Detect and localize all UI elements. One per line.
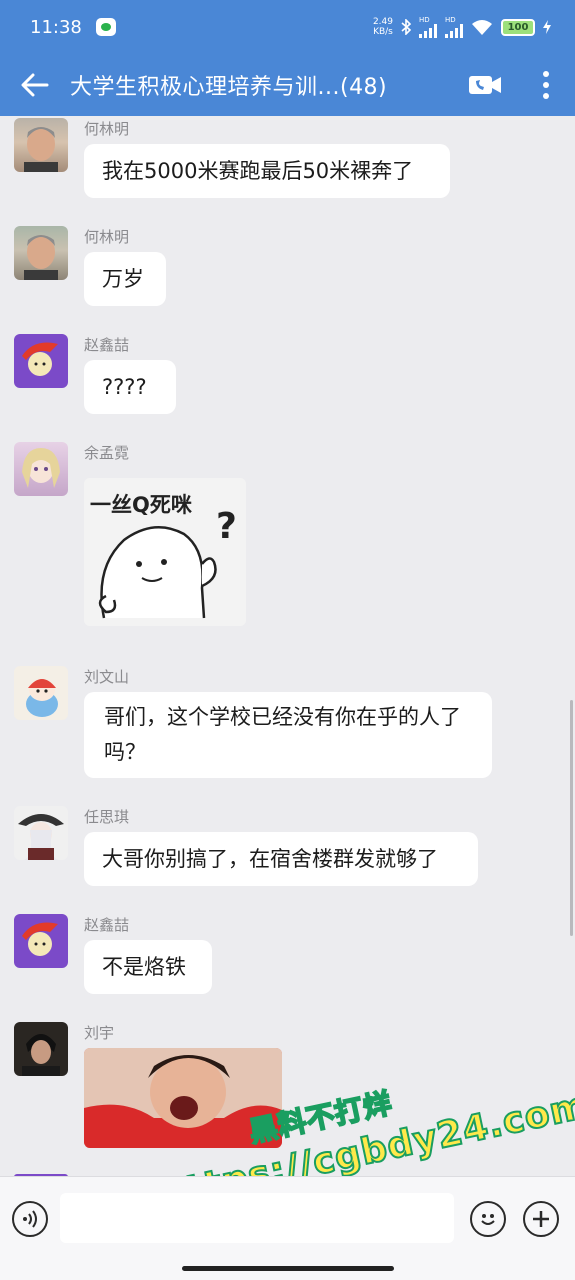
home-indicator[interactable]: [182, 1266, 394, 1271]
hd-label: HD: [445, 15, 456, 24]
message-bubble[interactable]: 大哥你别搞了，在宿舍楼群发就够了: [84, 832, 478, 886]
status-time: 11:38: [30, 16, 82, 38]
message-bubble[interactable]: 不是烙铁: [84, 940, 212, 994]
avatar[interactable]: [14, 334, 68, 388]
more-vertical-icon: [543, 71, 549, 99]
message-bubble[interactable]: 哥们，这个学校已经没有你在乎的人了吗？: [84, 692, 492, 778]
video-call-button[interactable]: [453, 54, 517, 116]
emoji-button[interactable]: [470, 1201, 506, 1237]
sender-name: 何林明: [84, 120, 130, 138]
avatar[interactable]: [14, 914, 68, 968]
sender-name: 刘文山: [84, 668, 130, 686]
avatar[interactable]: [14, 806, 68, 860]
sticker-image[interactable]: 一丝Q死咪 ?: [84, 478, 246, 626]
sticker-caption: 一丝Q死咪: [90, 493, 192, 517]
wifi-icon: [472, 20, 492, 35]
avatar[interactable]: [14, 118, 68, 172]
charging-icon: [543, 20, 551, 34]
status-indicators: 2.49 KB/s HD HD 100: [373, 15, 551, 38]
back-button[interactable]: [0, 54, 70, 116]
voice-input-button[interactable]: [12, 1201, 48, 1237]
signal-icon: [445, 23, 463, 38]
sender-name: 何林明: [84, 228, 130, 246]
signal-icon: [419, 23, 437, 38]
network-speed-unit: KB/s: [373, 27, 393, 37]
more-functions-button[interactable]: [523, 1201, 559, 1237]
avatar[interactable]: [14, 1022, 68, 1076]
avatar[interactable]: [14, 442, 68, 496]
plus-icon: [533, 1211, 549, 1227]
sender-name: 赵鑫喆: [84, 916, 130, 934]
bluetooth-icon: [401, 19, 411, 35]
voice-icon: [23, 1210, 37, 1228]
avatar[interactable]: [14, 226, 68, 280]
chat-header: 大学生积极心理培养与训...(48): [0, 54, 575, 116]
sender-name: 余孟霓: [84, 444, 130, 462]
network-speed: 2.49 KB/s: [373, 17, 393, 37]
sticker-question-mark: ?: [216, 506, 237, 547]
smiley-icon: [481, 1214, 495, 1225]
chat-title: 大学生积极心理培养与训...(48): [70, 75, 388, 100]
scrollbar[interactable]: [570, 700, 573, 936]
input-bar: [0, 1176, 575, 1280]
video-call-icon: [469, 76, 501, 94]
arrow-left-icon: [21, 73, 49, 97]
message-input[interactable]: [60, 1193, 454, 1243]
hd-label: HD: [419, 15, 430, 24]
battery-icon: 100: [501, 18, 535, 36]
message-bubble[interactable]: 我在5000米赛跑最后50米裸奔了: [84, 144, 450, 198]
message-bubble[interactable]: 万岁: [84, 252, 166, 306]
wechat-notification-icon: [95, 18, 116, 36]
avatar[interactable]: [14, 666, 68, 720]
chat-message-list[interactable]: 何林明 我在5000米赛跑最后50米裸奔了 何林明 万岁 赵鑫喆 ???? 余孟…: [0, 116, 575, 1176]
status-bar: 11:38 2.49 KB/s HD HD 100: [0, 0, 575, 54]
more-options-button[interactable]: [517, 54, 575, 116]
sender-name: 刘宇: [84, 1024, 115, 1042]
network-speed-value: 2.49: [372, 17, 393, 27]
message-bubble[interactable]: ????: [84, 360, 176, 414]
sender-name: 任思琪: [84, 808, 130, 826]
sender-name: 赵鑫喆: [84, 336, 130, 354]
